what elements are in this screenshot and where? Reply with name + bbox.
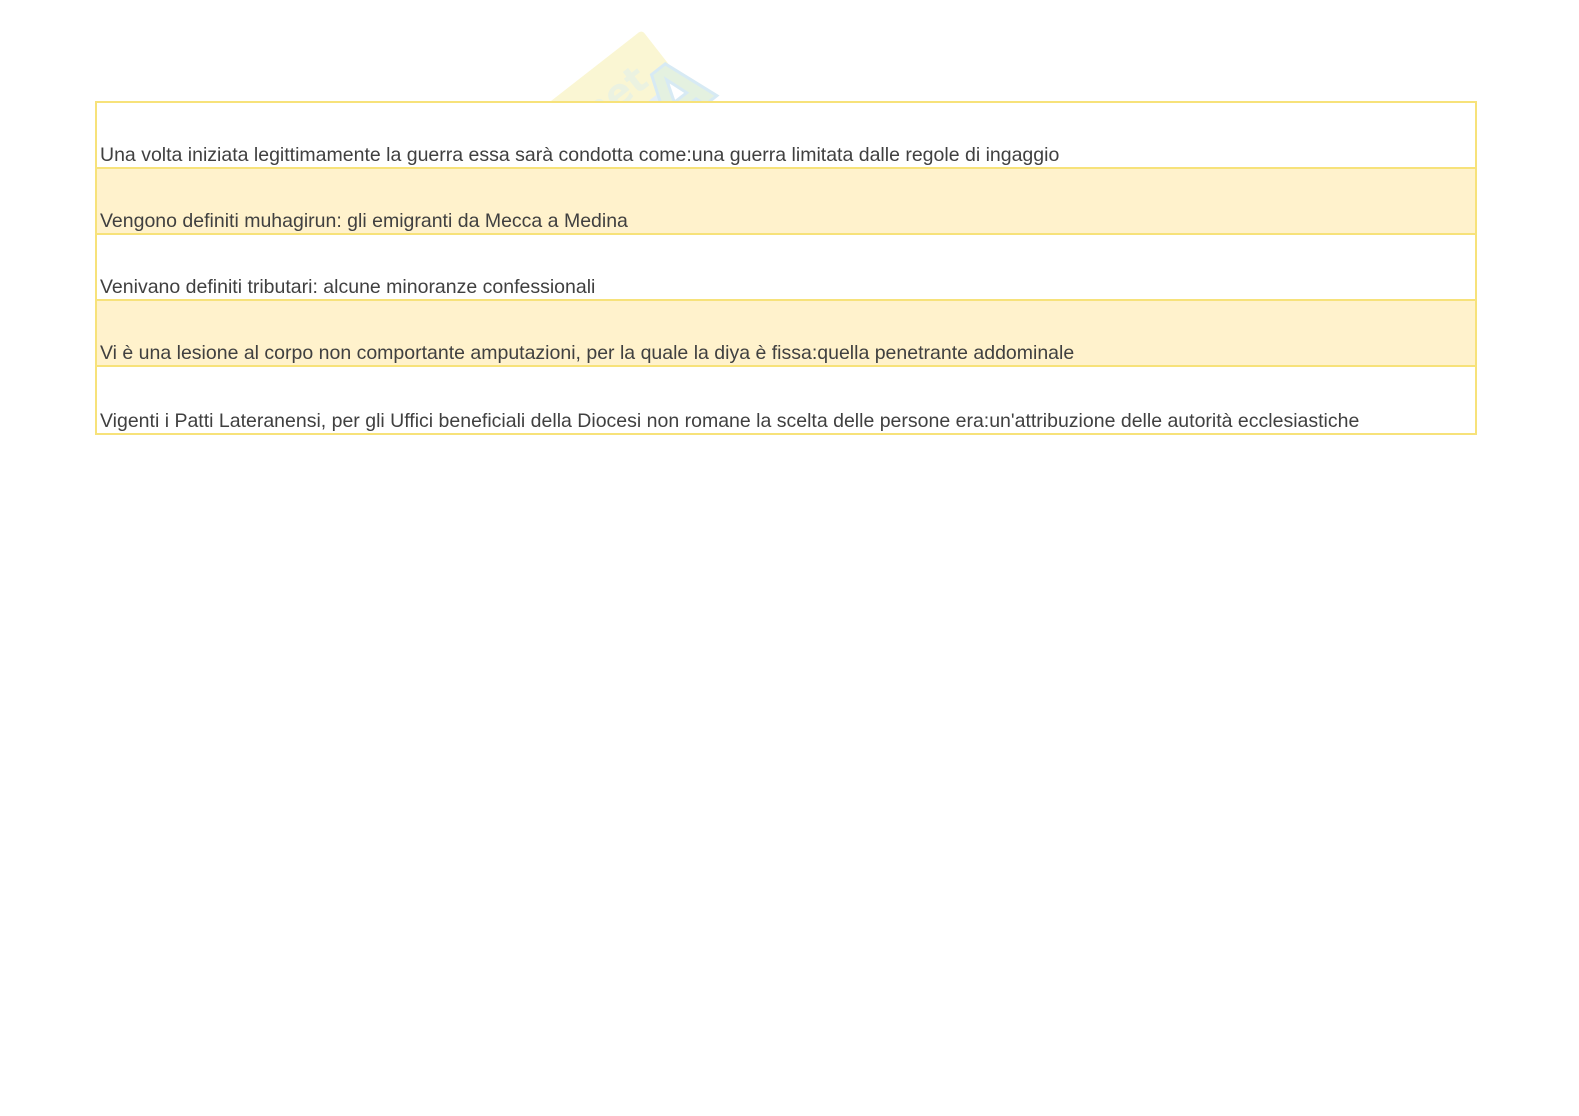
- row-text: Venivano definiti tributari: alcune mino…: [100, 275, 596, 298]
- table-row: Una volta iniziata legittimamente la gue…: [97, 103, 1475, 169]
- table-row: Vengono definiti muhagirun: gli emigrant…: [97, 169, 1475, 235]
- row-text: Vi è una lesione al corpo non comportant…: [100, 341, 1075, 364]
- table-row: Venivano definiti tributari: alcune mino…: [97, 235, 1475, 301]
- questions-table: Una volta iniziata legittimamente la gue…: [95, 101, 1477, 435]
- row-text: Una volta iniziata legittimamente la gue…: [100, 143, 1060, 166]
- row-text: Vigenti i Patti Lateranensi, per gli Uff…: [100, 409, 1360, 432]
- table-row: Vigenti i Patti Lateranensi, per gli Uff…: [97, 367, 1475, 433]
- table-row: Vi è una lesione al corpo non comportant…: [97, 301, 1475, 367]
- row-text: Vengono definiti muhagirun: gli emigrant…: [100, 209, 628, 232]
- document-page: SKUOLA .net il portale dello studente Un…: [0, 0, 1579, 1116]
